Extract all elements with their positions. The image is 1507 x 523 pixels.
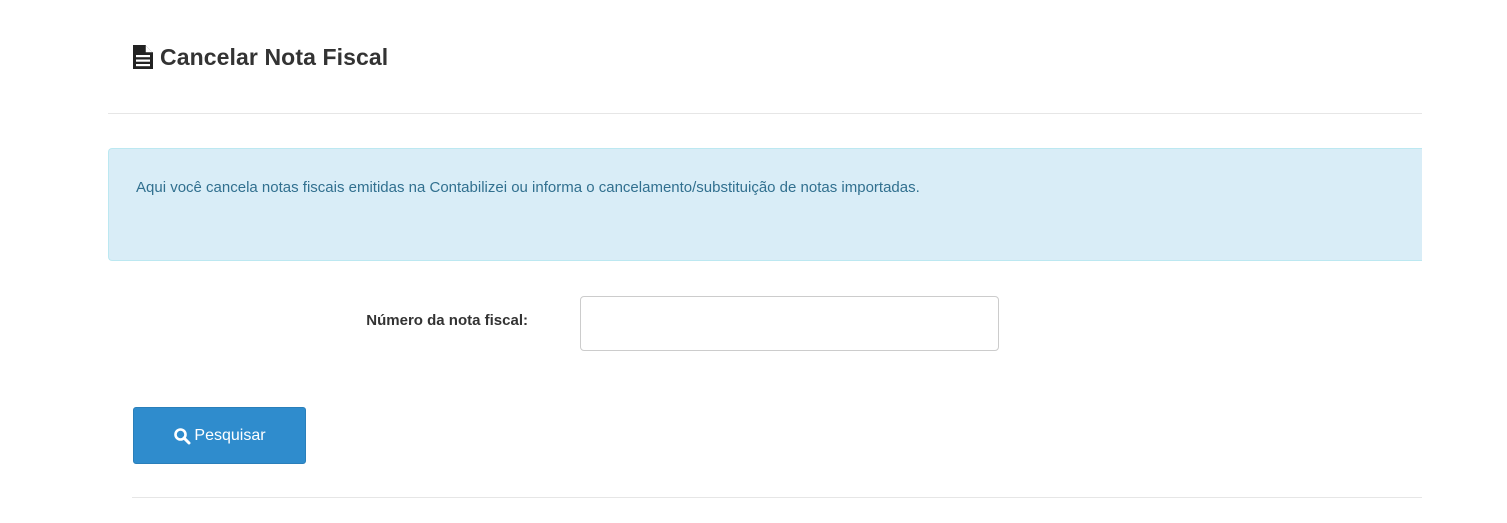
invoice-number-input[interactable] bbox=[580, 296, 999, 351]
search-button[interactable]: Pesquisar bbox=[133, 407, 306, 464]
page-header: Cancelar Nota Fiscal bbox=[132, 40, 388, 74]
search-button-label: Pesquisar bbox=[194, 426, 266, 444]
page: Cancelar Nota Fiscal Aqui você cancela n… bbox=[0, 0, 1507, 523]
footer-divider bbox=[132, 497, 1422, 498]
info-alert-text: Aqui você cancela notas fiscais emitidas… bbox=[136, 179, 920, 196]
search-icon bbox=[173, 427, 191, 445]
header-divider bbox=[108, 113, 1422, 114]
info-alert: Aqui você cancela notas fiscais emitidas… bbox=[108, 148, 1422, 261]
document-icon bbox=[132, 44, 154, 70]
page-title: Cancelar Nota Fiscal bbox=[160, 43, 389, 70]
invoice-number-label: Número da nota fiscal: bbox=[366, 312, 528, 329]
